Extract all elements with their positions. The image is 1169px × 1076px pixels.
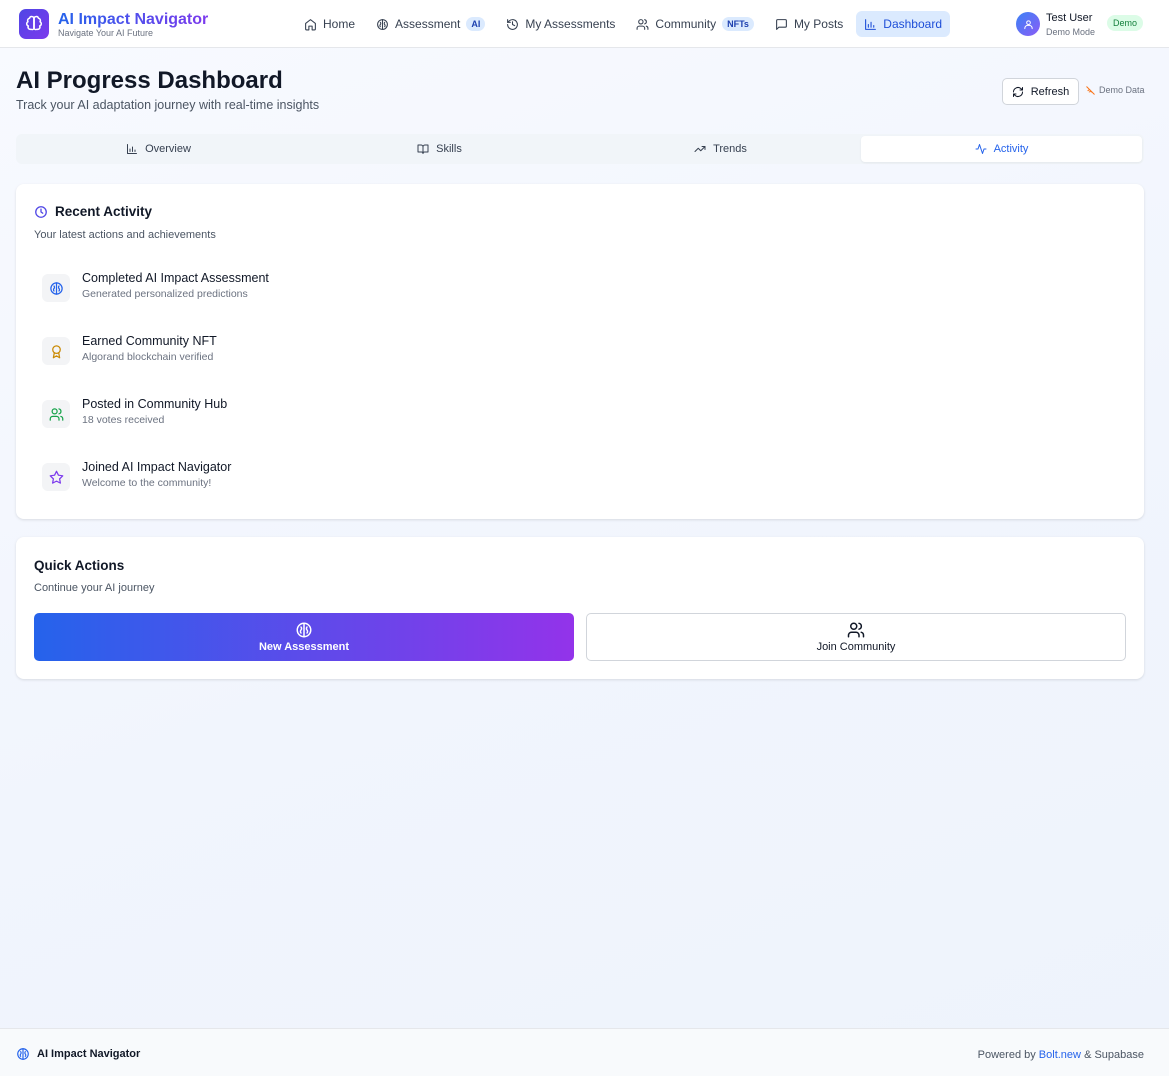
refresh-label: Refresh [1030, 85, 1070, 98]
brain-icon [377, 18, 388, 30]
quick-actions-title: Quick Actions [34, 558, 125, 573]
recent-activity-description: Your latest actions and achievements [34, 229, 216, 241]
activity-title: Earned Community NFT [82, 334, 217, 348]
footer-brand-name: AI Impact Navigator [37, 1048, 141, 1060]
tab-overview[interactable]: Overview [18, 136, 299, 162]
bar-chart-icon [127, 144, 138, 154]
demo-data-label: Demo Data [1099, 85, 1145, 95]
star-icon [49, 470, 63, 484]
join-community-button[interactable]: Join Community [586, 613, 1126, 661]
users-icon [847, 622, 865, 638]
new-assessment-button[interactable]: New Assessment [34, 613, 574, 661]
brain-icon [296, 622, 312, 638]
clock-icon [35, 205, 47, 218]
award-icon [51, 344, 61, 358]
app-title[interactable]: AI Impact Navigator [58, 11, 208, 29]
users-icon [636, 18, 649, 30]
list-item: Earned Community NFT Algorand blockchain… [42, 334, 642, 368]
app-logo[interactable] [19, 9, 49, 39]
bar-chart-icon [865, 18, 877, 30]
footer-credits: Powered by Bolt.new & Supabase [978, 1049, 1144, 1061]
powered-by-suffix: & Supabase [1084, 1049, 1144, 1061]
list-item: Joined AI Impact Navigator Welcome to th… [42, 460, 642, 494]
nav-item-label: Dashboard [883, 17, 942, 31]
brain-icon [49, 281, 63, 295]
footer: AI Impact Navigator Powered by Bolt.new … [0, 1028, 1169, 1076]
nfts-badge: NFTs [722, 17, 754, 31]
recent-activity-title-text: Recent Activity [55, 204, 153, 219]
users-icon [49, 407, 63, 421]
nav-item-label: Home [323, 17, 356, 31]
activity-title: Joined AI Impact Navigator [82, 460, 232, 474]
activity-item-icon [42, 463, 70, 491]
tab-label: Activity [993, 143, 1029, 155]
nav-item-my-posts[interactable]: My Posts [767, 11, 851, 37]
user-icon [1023, 19, 1033, 29]
ai-badge: AI [466, 17, 486, 31]
activity-title: Posted in Community Hub [82, 397, 228, 411]
brain-icon [25, 15, 43, 31]
tab-activity[interactable]: Activity [861, 136, 1142, 162]
user-mode: Demo Mode [1046, 27, 1096, 37]
history-icon [507, 18, 519, 30]
activity-description: Generated personalized predictions [82, 288, 248, 300]
activity-item-icon [42, 400, 70, 428]
activity-item-icon [42, 274, 70, 302]
refresh-icon [1012, 86, 1023, 97]
list-item: Posted in Community Hub 18 votes receive… [42, 397, 642, 431]
dashboard-tabs: Overview Skills Trends Activity [16, 134, 1144, 164]
demo-data-indicator: Demo Data [1086, 85, 1145, 95]
activity-item-icon [42, 337, 70, 365]
join-community-label: Join Community [816, 641, 896, 653]
bolt-link[interactable]: Bolt.new [1039, 1049, 1081, 1061]
top-navbar: AI Impact Navigator Navigate Your AI Fut… [0, 0, 1169, 48]
nav-item-assessment[interactable]: Assessment AI [368, 11, 493, 37]
tab-label: Skills [436, 143, 462, 155]
tab-skills[interactable]: Skills [299, 136, 580, 162]
page-title: AI Progress Dashboard [16, 67, 283, 94]
nav-item-label: Assessment [395, 17, 461, 31]
activity-description: Algorand blockchain verified [82, 351, 214, 363]
powered-by-prefix: Powered by [977, 1049, 1036, 1061]
brain-icon [17, 1048, 29, 1060]
app-tagline: Navigate Your AI Future [58, 28, 154, 38]
footer-brand: AI Impact Navigator [16, 1047, 140, 1061]
user-name[interactable]: Test User [1046, 12, 1092, 24]
page-subtitle: Track your AI adaptation journey with re… [16, 98, 320, 112]
nav-item-label: My Posts [793, 17, 844, 31]
refresh-button[interactable]: Refresh [1002, 78, 1079, 105]
wifi-off-icon [1086, 85, 1095, 95]
nav-item-community[interactable]: Community NFTs [628, 11, 762, 37]
trending-up-icon [694, 146, 706, 152]
nav-item-dashboard[interactable]: Dashboard [856, 11, 950, 37]
list-item: Completed AI Impact Assessment Generated… [42, 271, 642, 305]
message-icon [776, 18, 787, 30]
home-icon [305, 18, 316, 30]
avatar[interactable] [1016, 12, 1040, 36]
nav-item-label: Community [655, 17, 717, 31]
new-assessment-label: New Assessment [258, 641, 350, 653]
nav-item-my-assessments[interactable]: My Assessments [498, 11, 623, 37]
nav-item-label: My Assessments [525, 17, 616, 31]
quick-actions-description: Continue your AI journey [34, 582, 155, 594]
activity-title: Completed AI Impact Assessment [82, 271, 269, 285]
book-icon [417, 144, 429, 154]
activity-icon [975, 144, 987, 154]
quick-actions-card: Quick Actions Continue your AI journey N… [16, 537, 1144, 679]
main-nav: Home Assessment AI My Assessments Commun… [296, 11, 950, 37]
demo-badge: Demo [1107, 15, 1144, 31]
nav-item-home[interactable]: Home [296, 11, 363, 37]
recent-activity-title: Recent Activity [34, 204, 152, 219]
activity-description: Welcome to the community! [82, 477, 212, 489]
tab-label: Overview [145, 143, 191, 155]
activity-description: 18 votes received [82, 414, 165, 426]
recent-activity-card: Recent Activity Your latest actions and … [16, 184, 1144, 519]
tab-trends[interactable]: Trends [580, 136, 861, 162]
tab-label: Trends [713, 143, 747, 155]
